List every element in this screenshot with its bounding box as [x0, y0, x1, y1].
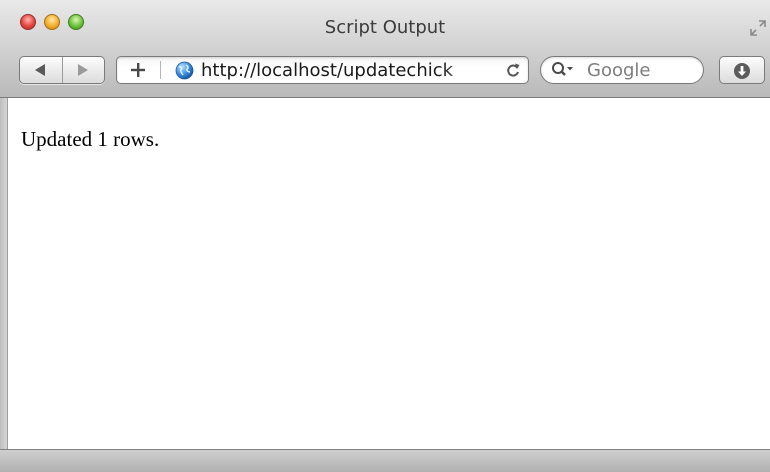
browser-window: Script Output http://localhost/updatechi…	[0, 0, 770, 472]
reload-icon[interactable]	[505, 62, 521, 78]
plus-icon	[131, 63, 145, 77]
window-title: Script Output	[324, 17, 446, 38]
toolbar: Script Output http://localhost/updatechi…	[0, 0, 770, 98]
downloads-button[interactable]	[719, 56, 765, 84]
search-placeholder: Google	[587, 60, 651, 81]
page-content: Updated 1 rows.	[7, 98, 770, 449]
back-arrow-icon	[35, 64, 45, 76]
forward-button[interactable]	[63, 57, 105, 83]
search-field[interactable]: Google	[540, 56, 704, 84]
history-nav-group	[19, 56, 105, 84]
downloads-icon	[734, 63, 750, 79]
fullscreen-icon[interactable]	[748, 18, 768, 38]
window-left-edge	[0, 98, 7, 449]
address-bar[interactable]: http://localhost/updatechick	[116, 56, 529, 84]
address-divider	[160, 61, 161, 79]
back-button[interactable]	[20, 57, 63, 83]
search-icon[interactable]	[551, 61, 575, 79]
status-bar	[0, 449, 770, 472]
url-text[interactable]: http://localhost/updatechick	[201, 60, 489, 82]
globe-icon	[175, 61, 194, 80]
script-output-text: Updated 1 rows.	[21, 127, 160, 151]
forward-arrow-icon	[78, 64, 88, 76]
add-bookmark-button[interactable]	[117, 57, 159, 83]
